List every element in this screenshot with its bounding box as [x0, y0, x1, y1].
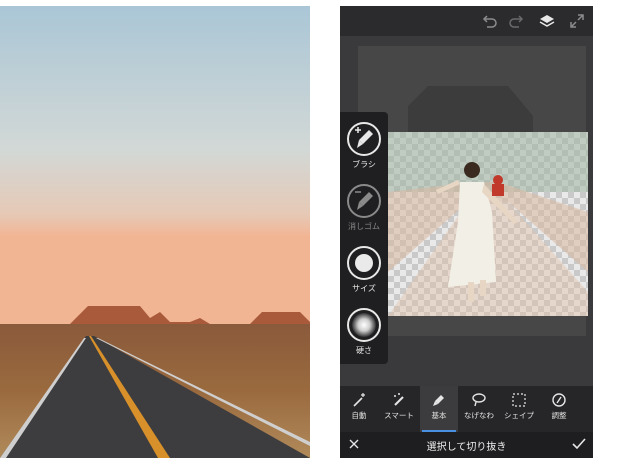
shape-icon — [500, 386, 538, 410]
fullscreen-icon[interactable] — [568, 12, 586, 30]
canvas-area[interactable]: ブラシ 消しゴム サイズ 硬さ — [340, 36, 593, 386]
hardness-icon — [347, 308, 381, 342]
magic-wand-icon — [340, 386, 378, 410]
tool-shape-label: シェイプ — [504, 411, 534, 420]
tool-auto[interactable]: 自動 — [340, 386, 378, 432]
phone-editor: ブラシ 消しゴム サイズ 硬さ 自動 スマート 基本 なげなわ シェイプ 調整 … — [340, 6, 593, 458]
eraser-icon — [347, 184, 381, 218]
tool-adjust[interactable]: 調整 — [540, 386, 578, 432]
redo-icon[interactable] — [508, 12, 526, 30]
eraser-tool[interactable]: 消しゴム — [340, 184, 388, 232]
smart-brush-icon — [380, 386, 418, 410]
hardness-label: 硬さ — [356, 346, 372, 355]
tool-smart-label: スマート — [384, 411, 414, 420]
lasso-icon — [460, 386, 498, 410]
size-icon — [347, 246, 381, 280]
brush-label: ブラシ — [352, 160, 376, 169]
size-label: サイズ — [352, 284, 376, 293]
layers-icon[interactable] — [538, 12, 556, 30]
brush-settings-panel: ブラシ 消しゴム サイズ 硬さ — [340, 112, 388, 364]
tool-lasso-label: なげなわ — [464, 411, 494, 420]
bottom-bar-title: 選択して切り抜き — [426, 442, 507, 453]
tool-adjust-label: 調整 — [551, 411, 567, 420]
cutout-preview — [388, 132, 588, 316]
size-tool[interactable]: サイズ — [340, 246, 388, 294]
undo-icon[interactable] — [480, 12, 498, 30]
eraser-label: 消しゴム — [348, 222, 380, 231]
bottom-bar: 選択して切り抜き — [340, 432, 593, 458]
desert-road-photo — [0, 6, 310, 458]
adjust-icon — [540, 386, 578, 410]
brush-icon — [420, 386, 458, 410]
hardness-tool[interactable]: 硬さ — [340, 308, 388, 356]
selection-toolbar: 自動 スマート 基本 なげなわ シェイプ 調整 — [340, 386, 593, 432]
tool-lasso[interactable]: なげなわ — [460, 386, 498, 432]
tool-basic-label: 基本 — [431, 411, 447, 420]
brush-icon — [347, 122, 381, 156]
tool-basic[interactable]: 基本 — [420, 386, 458, 432]
tool-auto-label: 自動 — [351, 411, 367, 420]
check-icon[interactable] — [571, 436, 587, 452]
tool-smart[interactable]: スマート — [380, 386, 418, 432]
brush-tool[interactable]: ブラシ — [340, 122, 388, 170]
tool-shape[interactable]: シェイプ — [500, 386, 538, 432]
top-bar — [340, 6, 593, 36]
